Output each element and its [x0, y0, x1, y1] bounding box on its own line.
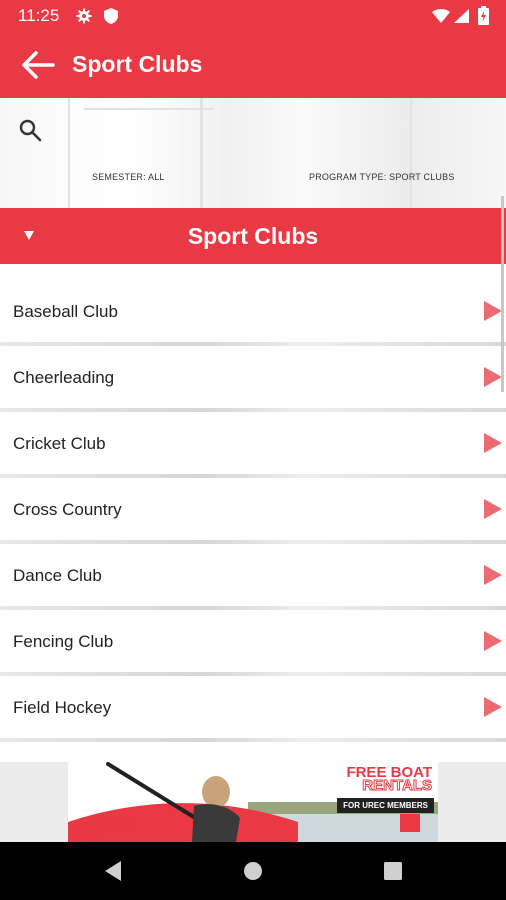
play-arrow-icon[interactable]: [484, 631, 502, 651]
list-item-partial[interactable]: [0, 742, 506, 762]
play-arrow-icon[interactable]: [484, 565, 502, 585]
status-time: 11:25: [18, 6, 60, 25]
list-item-label: Baseball Club: [13, 302, 118, 321]
list-item-label: Cheerleading: [13, 368, 115, 387]
list-item-cheerleading[interactable]: Cheerleading: [0, 346, 506, 408]
filter-panel: SEMESTER: ALL PROGRAM TYPE: SPORT CLUBS: [0, 98, 506, 208]
list-item-cross-country[interactable]: Cross Country: [0, 478, 506, 540]
section-header[interactable]: Sport Clubs: [0, 208, 506, 264]
list-item-fencing-club[interactable]: Fencing Club: [0, 610, 506, 672]
list-item-label: Cross Country: [13, 500, 122, 519]
section-title: Sport Clubs: [187, 223, 319, 249]
status-bar: 11:25: [0, 0, 506, 32]
ad-badge: FOR UREC MEMBERS: [337, 798, 434, 813]
nav-home-icon[interactable]: [243, 861, 263, 881]
ad-banner-area: FREE BOAT RENTALS FOR UREC MEMBERS CLICK…: [0, 762, 506, 842]
shield-icon: [104, 8, 118, 24]
list-item-baseball-club[interactable]: Baseball Club: [0, 280, 506, 342]
background-photo: [68, 98, 70, 208]
program-type-filter[interactable]: PROGRAM TYPE: SPORT CLUBS: [309, 172, 455, 182]
app-bar: Sport Clubs: [0, 32, 506, 98]
list-item-dance-club[interactable]: Dance Club: [0, 544, 506, 606]
play-arrow-icon[interactable]: [484, 367, 502, 387]
scrollbar[interactable]: [501, 196, 504, 392]
wifi-icon: [432, 9, 450, 23]
background-photo: [84, 108, 214, 110]
list-item-label: Fencing Club: [13, 632, 114, 651]
play-arrow-icon[interactable]: [484, 433, 502, 453]
system-nav-bar: [0, 842, 506, 900]
play-arrow-icon[interactable]: [484, 499, 502, 519]
nav-back-icon[interactable]: [103, 860, 123, 882]
ad-cta[interactable]: CLICK FOR MORE DETAILS: [72, 822, 152, 838]
list-item-cricket-club[interactable]: Cricket Club: [0, 412, 506, 474]
ad-banner[interactable]: FREE BOAT RENTALS FOR UREC MEMBERS CLICK…: [68, 762, 438, 842]
page-title: Sport Clubs: [72, 51, 203, 77]
signal-icon: [454, 9, 469, 23]
background-photo: [410, 98, 412, 208]
list-item-label: Dance Club: [13, 566, 102, 585]
background-photo: [200, 98, 203, 208]
play-arrow-icon[interactable]: [484, 697, 502, 717]
settings-icon: [76, 8, 92, 24]
play-arrow-icon[interactable]: [484, 301, 502, 321]
search-icon[interactable]: [18, 118, 42, 142]
ad-headline-2: RENTALS: [362, 777, 433, 795]
semester-filter[interactable]: SEMESTER: ALL: [92, 172, 165, 182]
club-list: Baseball Club Cheerleading Cricket Club …: [0, 264, 506, 762]
list-item-label: Field Hockey: [13, 698, 112, 717]
battery-icon: [478, 6, 489, 25]
list-item-field-hockey[interactable]: Field Hockey: [0, 676, 506, 738]
back-arrow-icon[interactable]: [22, 50, 56, 80]
nav-recents-icon[interactable]: [384, 862, 402, 880]
list-item-label: Cricket Club: [13, 434, 106, 453]
